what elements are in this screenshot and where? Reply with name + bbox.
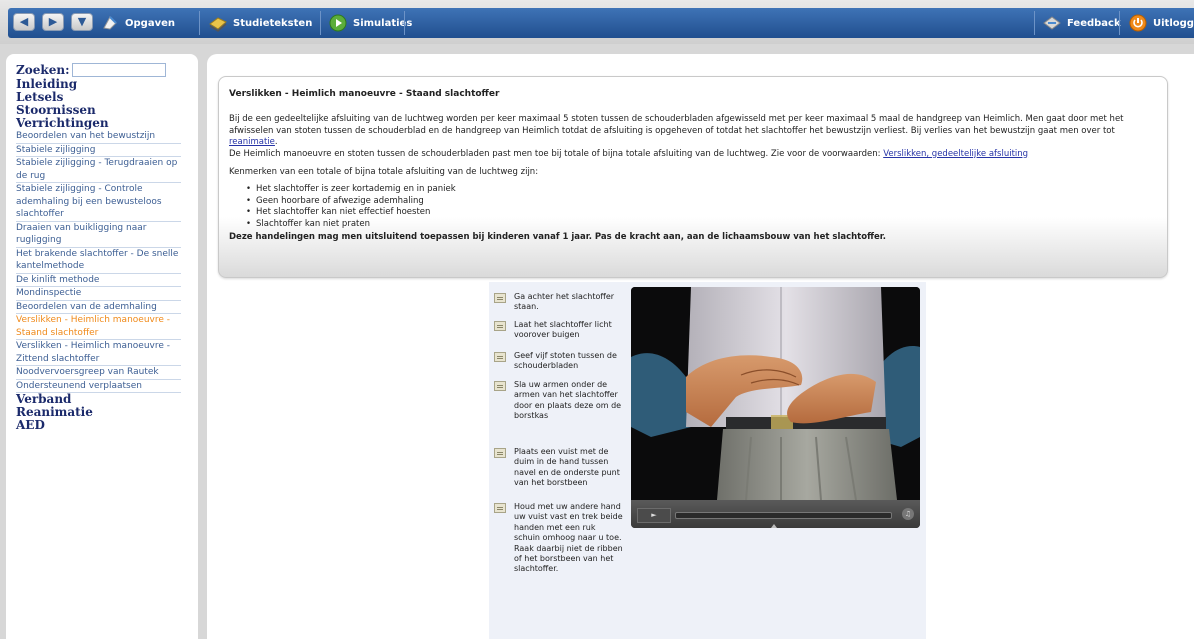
toolbar-opgaven-label: Opgaven — [125, 17, 175, 29]
forward-arrow-icon[interactable]: ▶ — [42, 13, 64, 31]
step-item: Houd met uw andere hand uw vuist vast en… — [494, 502, 624, 575]
step-item: Plaats een vuist met de duim in de hand … — [494, 447, 624, 489]
step-item: Geef vijf stoten tussen de schouderblade… — [494, 351, 624, 372]
step-icon — [494, 503, 506, 513]
article-box: Verslikken - Heimlich manoeuvre - Staand… — [218, 76, 1168, 278]
list-item: Geen hoorbare of afwezige ademhaling — [246, 196, 1157, 208]
step-icon — [494, 381, 506, 391]
sidebar-item-noodvervoersgreep-van-rautek[interactable]: Noodvervoersgreep van Rautek — [16, 366, 181, 380]
article-p1-text: Bij de een gedeeltelijke afsluiting van … — [229, 114, 1124, 136]
toolbar-divider — [404, 11, 405, 35]
logout-label: Uitlogge — [1153, 17, 1194, 29]
gedeeltelijke-afsluiting-link[interactable]: Verslikken, gedeeltelijke afsluiting — [883, 149, 1028, 159]
article-title: Verslikken - Heimlich manoeuvre - Staand… — [229, 89, 500, 99]
video-controls: ► ♫ — [631, 500, 920, 528]
step-icon — [494, 352, 506, 362]
volume-icon[interactable]: ♫ — [902, 508, 914, 520]
feedback-icon — [1042, 13, 1062, 33]
step-text: Geef vijf stoten tussen de schouderblade… — [514, 351, 617, 371]
play-icon[interactable]: ► — [637, 508, 671, 523]
sidebar-item-ondersteunend-verplaatsen[interactable]: Ondersteunend verplaatsen — [16, 380, 181, 393]
book-icon — [208, 13, 228, 33]
toolbar-studieteksten[interactable]: Studieteksten — [208, 8, 312, 38]
sidebar-item-draaien-van-buikligging-naar-rugligging[interactable]: Draaien van buikligging naar rugligging — [16, 222, 181, 248]
article-paragraph-3: Kenmerken van een totale of bijna totale… — [229, 167, 539, 178]
sidebar-item-de-kinlift-methode[interactable]: De kinlift methode — [16, 274, 181, 287]
step-text: Ga achter het slachtoffer staan. — [514, 292, 615, 312]
step-text: Houd met uw andere hand uw vuist vast en… — [514, 502, 623, 574]
sidebar-item-stabiele-zijligging-terugdraaien-op-de-rug[interactable]: Stabiele zijligging - Terugdraaien op de… — [16, 157, 181, 183]
step-text: Plaats een vuist met de duim in de hand … — [514, 447, 620, 488]
top-bar: ◀ ▶ ▼ Opgaven Studieteksten Simulaties F… — [0, 0, 1194, 45]
article-note: Deze handelingen mag men uitsluitend toe… — [229, 232, 886, 243]
feedback-label: Feedback — [1067, 17, 1121, 29]
sidebar-item-beoordelen-van-de-ademhaling[interactable]: Beoordelen van de ademhaling — [16, 301, 181, 314]
sidebar-item-mondinspectie[interactable]: Mondinspectie — [16, 287, 181, 301]
sidebar-item-beoordelen-van-het-bewustzijn[interactable]: Beoordelen van het bewustzijn — [16, 130, 181, 144]
sidebar: Zoeken: Inleiding Letsels Stoornissen Verri… — [6, 54, 198, 639]
toolbar-divider — [1034, 11, 1035, 35]
sidebar-item-aed[interactable]: AED — [16, 419, 181, 432]
step-icon — [494, 293, 506, 303]
sidebar-item-verrichtingen[interactable]: Verrichtingen — [16, 117, 181, 130]
video-player[interactable]: ► ♫ — [631, 287, 920, 528]
step-icon — [494, 321, 506, 331]
sidebar-item-verslikken-heimlich-manoeuvre-zittend-slachtoffer[interactable]: Verslikken - Heimlich manoeuvre - Zitten… — [16, 340, 181, 366]
back-arrow-icon[interactable]: ◀ — [13, 13, 35, 31]
toolbar-opgaven[interactable]: Opgaven — [100, 8, 175, 38]
sidebar-item-het-brakende-slachtoffer-de-snelle-kantelmethode[interactable]: Het brakende slachtoffer - De snelle kan… — [16, 248, 181, 274]
step-item: Sla uw armen onder de armen van het slac… — [494, 380, 624, 422]
step-icon — [494, 448, 506, 458]
step-item: Ga achter het slachtoffer staan. — [494, 292, 624, 313]
seek-handle[interactable] — [771, 524, 777, 528]
toolbar-divider — [199, 11, 200, 35]
toolbar-divider — [1119, 11, 1120, 35]
step-text: Sla uw armen onder de armen van het slac… — [514, 380, 622, 421]
play-icon — [328, 13, 348, 33]
feedback-button[interactable]: Feedback — [1042, 8, 1121, 38]
search-row: Zoeken: — [16, 63, 166, 77]
list-item: Het slachtoffer is zeer kortademig en in… — [246, 184, 1157, 196]
sidebar-item-verslikken-heimlich-manoeuvre-staand-slachtoffer[interactable]: Verslikken - Heimlich manoeuvre - Staand… — [16, 314, 181, 340]
logout-button[interactable]: Uitlogge — [1128, 8, 1194, 38]
tasks-icon — [100, 13, 120, 33]
power-icon — [1128, 13, 1148, 33]
toolbar-divider — [320, 11, 321, 35]
search-label: Zoeken: — [16, 63, 70, 77]
article-p1-end: . — [274, 137, 278, 148]
step-text: Laat het slachtoffer licht voorover buig… — [514, 320, 612, 340]
sidebar-menu: Inleiding Letsels Stoornissen Verrichtingen… — [16, 78, 181, 432]
sidebar-item-stabiele-zijligging-controle-ademhaling-bij-een-bewusteloos-slachtoffer[interactable]: Stabiele zijligging - Controle ademhalin… — [16, 183, 181, 222]
article-paragraph-1: Bij de een gedeeltelijke afsluiting van … — [229, 114, 1157, 148]
list-item: Het slachtoffer kan niet effectief hoest… — [246, 207, 1157, 219]
search-input[interactable] — [71, 63, 166, 77]
toolbar: ◀ ▶ ▼ Opgaven Studieteksten Simulaties F… — [8, 8, 1194, 38]
symptom-list: Het slachtoffer is zeer kortademig en in… — [229, 184, 1157, 230]
list-item: Slachtoffer kan niet praten — [246, 219, 1157, 231]
toolbar-studieteksten-label: Studieteksten — [233, 17, 313, 29]
sidebar-item-stabiele-zijligging[interactable]: Stabiele zijligging — [16, 144, 181, 157]
toolbar-simulaties[interactable]: Simulaties — [328, 8, 412, 38]
chevron-down-icon[interactable]: ▼ — [71, 13, 93, 31]
seek-bar[interactable] — [675, 512, 892, 519]
reanimatie-link[interactable]: reanimatie — [229, 137, 275, 147]
article-paragraph-2: De Heimlich manoeuvre en stoten tussen d… — [229, 149, 1157, 160]
step-item: Laat het slachtoffer licht voorover buig… — [494, 320, 624, 341]
heimlich-illustration — [631, 287, 920, 501]
article-p2-text: De Heimlich manoeuvre en stoten tussen d… — [229, 148, 884, 159]
